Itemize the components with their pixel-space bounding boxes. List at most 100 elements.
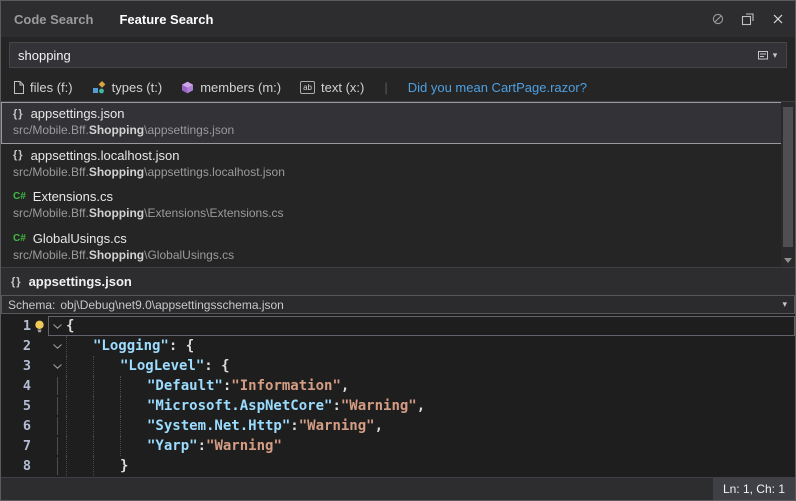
result-filename: Extensions.cs [33,189,113,204]
code-line-content[interactable]: "System.Net.Http": "Warning", [48,416,795,436]
filter-text[interactable]: ab text (x:) [300,80,364,95]
indent-guide [120,416,147,436]
tab-feature-search[interactable]: Feature Search [106,12,226,27]
line-number: 1 [1,316,31,336]
json-file-icon: {} [13,149,24,161]
filter-members-label: members (m:) [200,80,281,95]
tab-bar: Code Search Feature Search [1,1,795,37]
glyph-margin [31,436,48,456]
result-filename: appsettings.localhost.json [31,148,180,163]
schema-combobox[interactable]: Schema: obj\Debug\net9.0\appsettingssche… [1,295,795,314]
tab-code-search[interactable]: Code Search [1,12,106,27]
code-token: "Warning" [299,418,375,434]
search-options-dropdown[interactable]: ▾ [748,43,786,67]
code-token: , [375,418,383,434]
fold-chevron-icon [53,324,62,329]
line-number: 3 [1,356,31,376]
code-token: "LogLevel" [120,358,204,374]
result-row[interactable]: C#GlobalUsings.cssrc/Mobile.Bff.Shopping… [1,227,795,268]
code-token: "Default" [147,378,223,394]
code-line[interactable]: 4"Default": "Information", [1,376,795,396]
chevron-down-icon: ▾ [773,50,778,61]
results-scrollbar[interactable] [781,102,795,267]
search-scope-icon [757,49,769,61]
glyph-margin [31,416,48,436]
search-input[interactable] [10,43,748,67]
disable-preview-icon[interactable] [710,12,725,27]
schema-value: obj\Debug\net9.0\appsettingsschema.json [60,298,283,312]
code-line-content[interactable]: "Yarp": "Warning" [48,436,795,456]
did-you-mean-link[interactable]: Did you mean CartPage.razor? [408,80,587,95]
result-filename: GlobalUsings.cs [33,231,127,246]
line-number: 5 [1,396,31,416]
code-line[interactable]: 5 "Microsoft.AspNetCore": "Warning", [1,396,795,416]
indent-guide [66,456,93,476]
code-line[interactable]: 2"Logging": { [1,336,795,356]
filter-files[interactable]: files (f:) [13,80,73,95]
fold-margin[interactable] [49,317,66,335]
types-icon [92,81,106,94]
code-token: : [290,418,298,434]
code-line-content[interactable]: "Microsoft.AspNetCore": "Warning", [48,396,795,416]
line-number: 6 [1,416,31,436]
code-line-content[interactable]: { [48,316,795,336]
popout-window-icon[interactable] [740,12,755,27]
scrollbar-thumb[interactable] [783,107,793,247]
glyph-margin [31,336,48,356]
fold-margin[interactable] [49,357,66,375]
json-file-icon: {} [11,276,22,288]
result-filename: appsettings.json [31,106,125,121]
search-box: ▾ [9,42,787,68]
code-token: "Warning" [341,398,417,414]
fold-margin[interactable] [49,337,66,355]
filter-members[interactable]: members (m:) [181,80,281,95]
fold-chevron-icon [53,364,62,369]
filter-types[interactable]: types (t:) [92,80,163,95]
lightbulb-icon [34,320,45,333]
chevron-down-icon[interactable]: ▾ [782,299,787,310]
code-token: "Logging" [93,338,169,354]
code-line[interactable]: 1{ [1,316,795,336]
result-row[interactable]: {}appsettings.jsonsrc/Mobile.Bff.Shoppin… [1,102,795,144]
code-token: } [120,458,128,474]
result-row[interactable]: C# Extensions.cs src/Mobile.Bff.Shopping\E… [1,185,795,227]
indent-guide [120,436,147,456]
fold-margin [49,437,66,455]
filter-text-label: text (x:) [321,80,364,95]
code-line[interactable]: 7"Yarp": "Warning" [1,436,795,456]
preview-pane-header: {} appsettings.json [1,267,795,295]
glyph-margin [31,396,48,416]
code-line-content[interactable]: "Default": "Information", [48,376,795,396]
scroll-down-button[interactable] [781,254,795,266]
indent-guide [93,376,120,396]
indent-guide [93,456,120,476]
result-path: src/Mobile.Bff.Shopping\Extensions\Exten… [13,206,775,220]
preview-title: appsettings.json [29,274,132,289]
csharp-file-icon: C# [13,191,26,202]
members-icon [181,81,194,94]
schema-label: Schema: [8,298,55,312]
code-token: "Warning" [206,438,282,454]
code-editor[interactable]: 1{2"Logging": {3"LogLevel": {4"Default":… [1,314,795,477]
indent-guide [66,376,93,396]
code-line-content[interactable]: "Logging": { [48,336,795,356]
code-line[interactable]: 3 "LogLevel": { [1,356,795,376]
all-in-one-search-window: Code Search Feature Search ▾ fi [0,0,796,501]
filter-files-label: files (f:) [30,80,73,95]
glyph-margin[interactable] [31,316,48,336]
code-line[interactable]: 8} [1,456,795,476]
result-row[interactable]: {}appsettings.localhost.jsonsrc/Mobile.B… [1,144,795,186]
code-line[interactable]: 6 "System.Net.Http": "Warning", [1,416,795,436]
line-number: 8 [1,456,31,476]
indent-guide [93,436,120,456]
cursor-position: Ln: 1, Ch: 1 [713,478,795,500]
close-icon[interactable] [770,12,785,27]
code-token: : { [169,338,194,354]
indent-guide [93,356,120,376]
indent-guide [66,436,93,456]
fold-chevron-icon [53,344,62,349]
code-line-content[interactable]: "LogLevel": { [48,356,795,376]
csharp-file-icon: C# [13,233,26,244]
code-line-content[interactable]: } [48,456,795,476]
filter-row: files (f:) types (t:) members (m:) ab te… [1,73,795,101]
